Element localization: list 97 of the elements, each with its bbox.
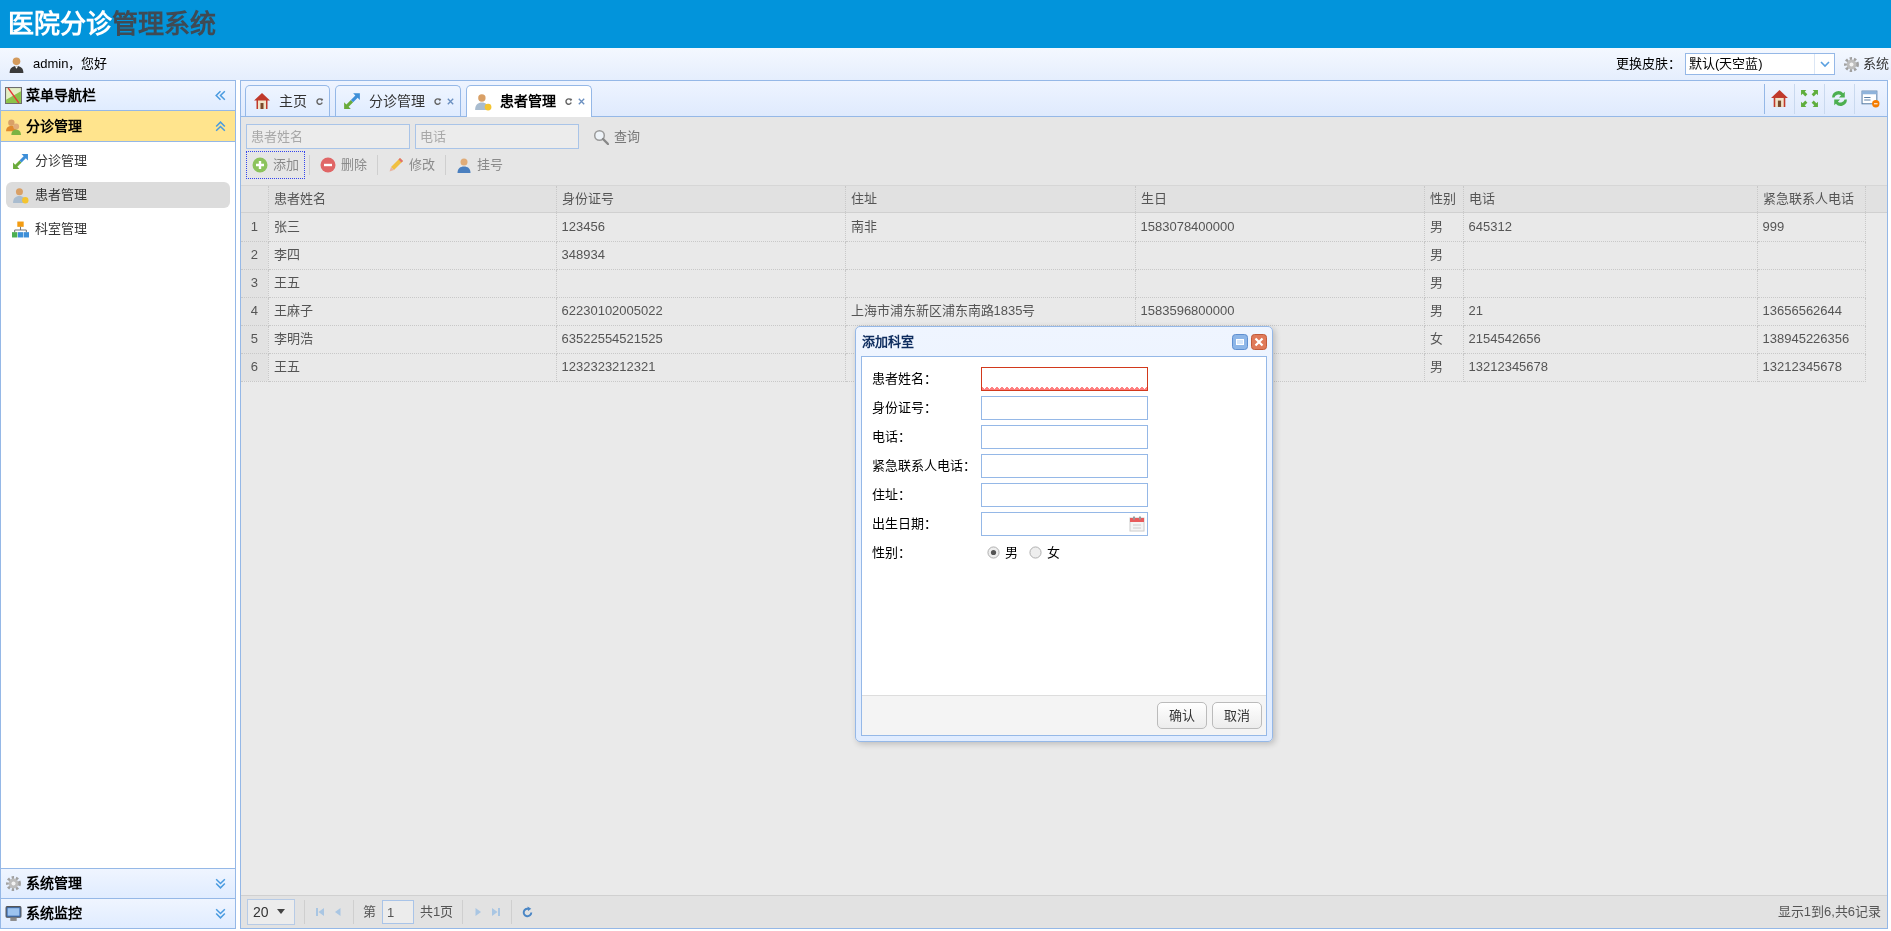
collapse-icon[interactable] (214, 89, 227, 102)
reload-icon[interactable] (433, 96, 442, 106)
radio-button[interactable] (1029, 546, 1042, 559)
dialog-button[interactable]: 取消 (1212, 702, 1262, 729)
radio-label: 女 (1047, 543, 1060, 562)
maximize-icon[interactable] (1232, 333, 1248, 350)
system-menu-button[interactable]: 系统 (1835, 54, 1891, 74)
skin-select[interactable]: 默认(天空蓝) (1685, 53, 1835, 75)
table-cell: 1232323212321 (556, 353, 845, 381)
refresh-icon[interactable] (521, 905, 535, 919)
sidebar-item[interactable]: 分诊管理 (6, 148, 230, 174)
text-field[interactable] (981, 424, 1148, 449)
field-label: 电话： (872, 427, 912, 446)
column-header[interactable]: 电话 (1463, 186, 1757, 212)
calendar-icon[interactable] (1129, 515, 1145, 532)
hierarchy-icon (12, 220, 29, 238)
fullscreen-icon[interactable] (1800, 89, 1819, 108)
skin-label: 更换皮肤： (1616, 55, 1681, 74)
table-cell: 男 (1424, 353, 1463, 381)
page-size-select[interactable]: 20 (247, 899, 295, 925)
column-header[interactable]: 患者姓名 (268, 186, 556, 212)
field-label: 出生日期： (872, 514, 938, 533)
home-icon[interactable] (1770, 89, 1789, 108)
accordion-header[interactable]: 系统管理 (1, 868, 235, 898)
person-icon (456, 157, 472, 173)
arrows-icon (343, 92, 361, 110)
row-number: 4 (241, 297, 268, 325)
pencil-icon (388, 157, 404, 173)
sidebar-item[interactable]: 患者管理 (6, 182, 230, 208)
row-number: 1 (241, 213, 268, 241)
column-header[interactable]: 生日 (1135, 186, 1424, 212)
column-header[interactable]: 性别 (1424, 186, 1463, 212)
arrows-icon (12, 152, 29, 170)
radio-button[interactable] (987, 546, 1000, 559)
user-icon (8, 55, 25, 73)
sidebar-item[interactable]: 科室管理 (6, 216, 230, 242)
remove-icon (320, 157, 336, 173)
field-label: 紧急联系人电话： (872, 456, 977, 475)
row-number: 5 (241, 325, 268, 353)
column-header[interactable]: 身份证号 (556, 186, 845, 212)
app-title: 医院分诊管理系统 (8, 11, 216, 37)
tab[interactable]: 主页 (245, 85, 330, 116)
column-header[interactable]: 紧急联系人电话 (1757, 186, 1865, 212)
user-greeting: admin，您好 (33, 55, 108, 74)
field-label: 性别： (872, 543, 912, 562)
field-label: 住址： (872, 485, 912, 504)
tab[interactable]: 患者管理 (466, 85, 592, 117)
text-field[interactable] (981, 395, 1148, 420)
row-number: 2 (241, 241, 268, 269)
window-icon[interactable] (1860, 89, 1880, 108)
search-field[interactable]: 患者姓名 (246, 124, 410, 149)
people-icon (5, 117, 22, 135)
monitor-icon (5, 905, 22, 922)
page-input[interactable]: 1 (382, 900, 414, 924)
close-icon[interactable] (446, 96, 455, 106)
table-cell: 王五 (268, 353, 556, 381)
text-field[interactable] (981, 366, 1148, 391)
chevron-down-icon (1818, 58, 1831, 70)
text-field[interactable] (981, 453, 1148, 478)
date-field[interactable] (981, 511, 1148, 536)
accordion-header[interactable]: 系统监控 (1, 898, 235, 928)
dialog-button[interactable]: 确认 (1157, 702, 1207, 729)
reload-icon[interactable] (564, 97, 573, 106)
collapse-icon[interactable] (214, 119, 227, 133)
expand-icon[interactable] (214, 907, 227, 920)
map-icon (5, 87, 22, 104)
caret-icon (276, 909, 285, 915)
dialog-title: 添加科室 (862, 332, 914, 351)
person-icon (12, 186, 29, 204)
page-summary: 显示1到6,共6记录 (1777, 903, 1881, 922)
house-icon (253, 92, 271, 110)
person-icon (474, 92, 492, 111)
gear-icon (5, 875, 22, 892)
page-label: 第 (363, 903, 376, 922)
close-icon[interactable] (1251, 333, 1267, 350)
column-header[interactable]: 住址 (845, 186, 1135, 212)
text-field[interactable] (981, 482, 1148, 507)
gear-icon (1843, 55, 1860, 73)
accordion-header[interactable]: 分诊管理 (1, 111, 235, 142)
close-icon[interactable] (577, 97, 586, 106)
tab[interactable]: 分诊管理 (335, 85, 461, 116)
row-number: 3 (241, 269, 268, 297)
search-button[interactable]: 查询 (590, 124, 643, 149)
sidebar-title: 菜单导航栏 (26, 86, 96, 105)
table-cell: 13212345678 (1463, 353, 1757, 381)
page-total: 共1页 (420, 903, 454, 922)
search-field[interactable]: 电话 (415, 124, 579, 149)
reload-icon[interactable] (315, 96, 324, 106)
table-cell: 13212345678 (1757, 353, 1865, 381)
radio-label: 男 (1005, 543, 1018, 562)
field-label: 患者姓名： (872, 369, 938, 388)
refresh-icon[interactable] (1830, 89, 1849, 108)
expand-icon[interactable] (214, 877, 227, 890)
add-icon (252, 157, 268, 173)
row-number: 6 (241, 353, 268, 381)
field-label: 身份证号： (872, 398, 938, 417)
search-icon (593, 128, 609, 145)
